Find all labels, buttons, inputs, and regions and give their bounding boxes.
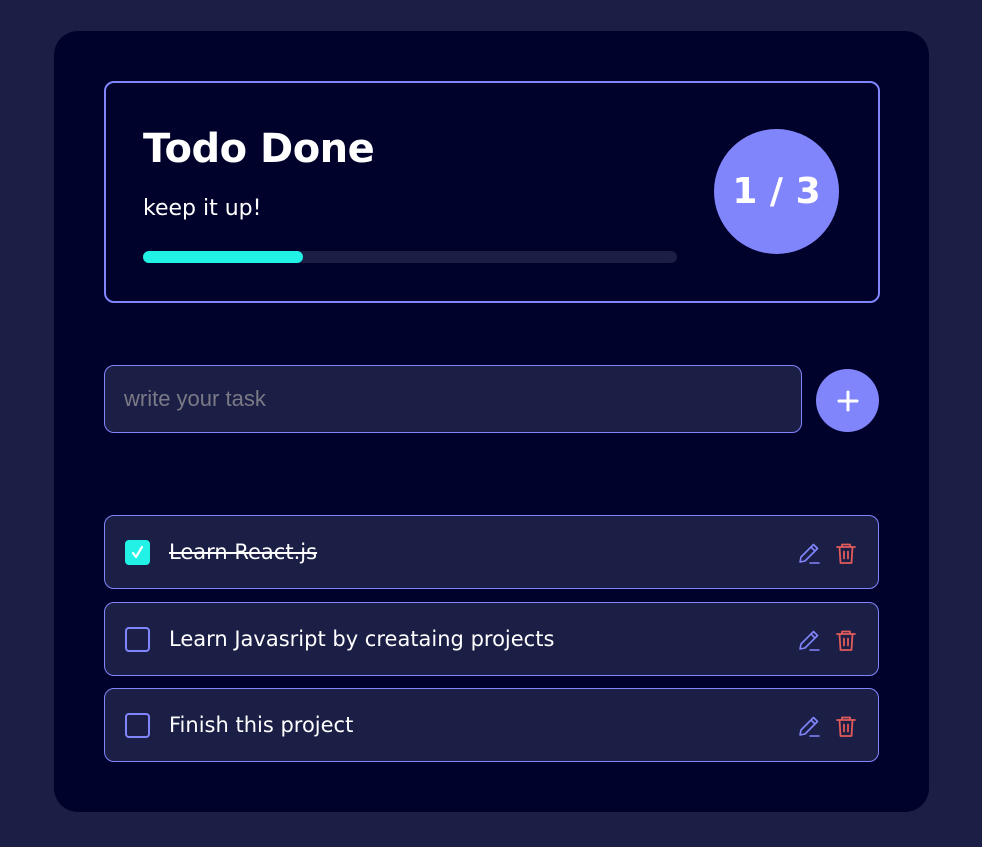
page-title: Todo Done <box>143 126 375 172</box>
todo-app: Todo Done keep it up! 1 / 3 Learn React.… <box>54 31 929 812</box>
pencil-icon <box>799 543 820 564</box>
edit-button[interactable] <box>796 713 822 739</box>
delete-button[interactable] <box>833 627 859 653</box>
todo-item: Finish this project <box>104 688 879 762</box>
add-task-button[interactable] <box>816 369 879 432</box>
todo-text: Learn Javasript by creataing projects <box>169 627 555 651</box>
pencil-icon <box>799 716 820 737</box>
progress-card: Todo Done keep it up! 1 / 3 <box>104 81 880 303</box>
plus-icon <box>837 390 858 411</box>
todo-checkbox[interactable] <box>125 713 150 738</box>
trash-icon <box>836 543 856 564</box>
todo-checkbox[interactable] <box>125 540 150 565</box>
todo-item: Learn React.js <box>104 515 879 589</box>
delete-button[interactable] <box>833 713 859 739</box>
check-icon <box>131 545 144 559</box>
todo-text: Learn React.js <box>169 540 318 564</box>
todo-item: Learn Javasript by creataing projects <box>104 602 879 676</box>
task-input[interactable] <box>104 365 802 433</box>
trash-icon <box>836 716 856 737</box>
progress-bar-fill <box>143 251 304 263</box>
completed-counter: 1 / 3 <box>714 129 839 254</box>
delete-button[interactable] <box>833 540 859 566</box>
pencil-icon <box>799 630 820 651</box>
edit-button[interactable] <box>796 627 822 653</box>
progress-bar <box>143 251 677 263</box>
trash-icon <box>836 630 856 651</box>
todo-text: Finish this project <box>169 713 354 737</box>
subtitle: keep it up! <box>143 196 262 221</box>
edit-button[interactable] <box>796 540 822 566</box>
todo-checkbox[interactable] <box>125 627 150 652</box>
